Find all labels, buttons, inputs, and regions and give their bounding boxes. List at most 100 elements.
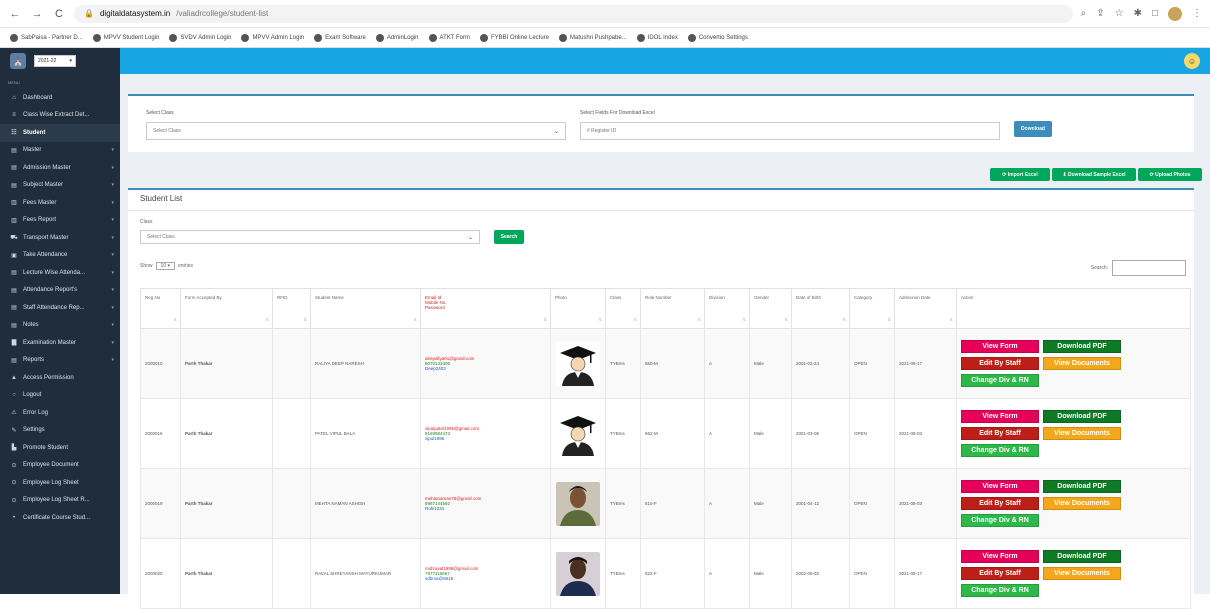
column-header[interactable]: Category ⇅ bbox=[849, 288, 895, 329]
view-documents-button[interactable]: View Documents bbox=[1043, 497, 1121, 510]
column-header[interactable]: Student Name ⇅ bbox=[310, 288, 421, 329]
year-select[interactable]: 2021-22 ▾ bbox=[34, 55, 76, 67]
download-pdf-button[interactable]: Download PDF bbox=[1043, 480, 1121, 493]
reload-icon[interactable]: C bbox=[52, 7, 66, 21]
column-header[interactable]: Photo ⇅ bbox=[550, 288, 606, 329]
bookmark-item[interactable]: MPVV Student Login bbox=[92, 33, 159, 42]
address-bar[interactable]: 🔒 digitaldatasystem.in/valiadrcollege/st… bbox=[74, 4, 1073, 23]
bookmark-label: FYBBI Online Lecture bbox=[490, 34, 549, 41]
bookmark-item[interactable]: IDOL Index bbox=[636, 33, 678, 42]
sidebar-item[interactable]: ⊙ Employee Log Sheet R... bbox=[0, 492, 120, 510]
sidebar-item[interactable]: ▥ Fees Master ▾ bbox=[0, 194, 120, 212]
change-div-rn-button[interactable]: Change Div & RN bbox=[961, 444, 1039, 457]
sidebar-item[interactable]: ▣ Take Attendance ▾ bbox=[0, 247, 120, 265]
share-icon[interactable]: ⇪ bbox=[1096, 8, 1104, 19]
bookmark-item[interactable]: Exam Software bbox=[314, 33, 366, 42]
bookmark-item[interactable]: FYBBI Online Lecture bbox=[479, 33, 549, 42]
sidebar-item[interactable]: ⛟ Transport Master ▾ bbox=[0, 229, 120, 247]
sidebar-item[interactable]: ▤ Lecture Wise Attenda... ▾ bbox=[0, 264, 120, 282]
sidebar-item[interactable]: ▲ Access Permission bbox=[0, 369, 120, 387]
edit-by-staff-button[interactable]: Edit By Staff bbox=[961, 567, 1039, 580]
sidebar-item[interactable]: ▤ Master ▾ bbox=[0, 142, 120, 160]
sidebar-item[interactable]: ⊙ Employee Log Sheet bbox=[0, 474, 120, 492]
bookmark-item[interactable]: SabPaisa - Partner D... bbox=[10, 33, 83, 42]
profile-avatar[interactable] bbox=[1168, 6, 1182, 21]
column-header[interactable]: Email Id Mobile No. Password ⇅ bbox=[420, 288, 551, 329]
cell-name: MEHTA NAMAN ASHISH bbox=[310, 468, 421, 539]
bookmark-item[interactable]: SVDV Admin Login bbox=[169, 33, 232, 42]
table-search-input[interactable] bbox=[1112, 260, 1186, 276]
forward-icon[interactable]: → bbox=[30, 7, 44, 21]
view-form-button[interactable]: View Form bbox=[961, 410, 1039, 423]
sidebar-item[interactable]: ☷ Student bbox=[0, 124, 120, 142]
change-div-rn-button[interactable]: Change Div & RN bbox=[961, 514, 1039, 527]
edit-by-staff-button[interactable]: Edit By Staff bbox=[961, 497, 1039, 510]
sidebar-item[interactable]: ▥ Fees Report ▾ bbox=[0, 212, 120, 230]
column-header[interactable]: Date of Birth ⇅ bbox=[791, 288, 850, 329]
import-excel-button[interactable]: ⟳ Import Excel bbox=[990, 168, 1050, 181]
list-class-dropdown[interactable]: Select Class ⌄ bbox=[140, 230, 480, 244]
change-div-rn-button[interactable]: Change Div & RN bbox=[961, 374, 1039, 387]
sidebar-item[interactable]: ▇ Examination Master ▾ bbox=[0, 334, 120, 352]
bookmark-item[interactable]: ATKT Form bbox=[428, 33, 470, 42]
column-header[interactable]: RFID ⇅ bbox=[272, 288, 311, 329]
chevron-down-icon: ▾ bbox=[111, 339, 114, 346]
download-pdf-button[interactable]: Download PDF bbox=[1043, 340, 1121, 353]
sidebar-item[interactable]: ⚠ Error Log bbox=[0, 404, 120, 422]
sidebar-item[interactable]: ⊙ Employee Document bbox=[0, 457, 120, 475]
view-form-button[interactable]: View Form bbox=[961, 550, 1039, 563]
download-button[interactable]: Download bbox=[1014, 121, 1052, 137]
sidebar-item[interactable]: ▤ Notes ▾ bbox=[0, 317, 120, 335]
sidebar-item[interactable]: ○ Logout bbox=[0, 387, 120, 405]
bookmark-label: SVDV Admin Login bbox=[180, 34, 232, 41]
column-header[interactable]: Division ⇅ bbox=[704, 288, 750, 329]
column-header[interactable]: Action bbox=[956, 288, 1191, 329]
sidebar-item[interactable]: ▤ Staff Attendance Rep... ▾ bbox=[0, 299, 120, 317]
page-length-select[interactable]: 10 ▾ bbox=[155, 262, 175, 270]
column-header[interactable]: Gender ⇅ bbox=[749, 288, 792, 329]
sidebar-item[interactable]: ✎ Settings bbox=[0, 422, 120, 440]
chevron-down-icon: ▾ bbox=[111, 217, 114, 224]
search-button[interactable]: Search bbox=[494, 230, 524, 244]
column-header[interactable]: Form Accepted By ⇅ bbox=[180, 288, 273, 329]
tab-icon[interactable]: □ bbox=[1152, 8, 1158, 19]
sidebar-item[interactable]: ▤ Attendance Report's ▾ bbox=[0, 282, 120, 300]
column-header[interactable]: Class ⇅ bbox=[605, 288, 641, 329]
extensions-icon[interactable]: ✱ bbox=[1134, 8, 1142, 19]
sidebar-item[interactable]: ▤ Subject Master ▾ bbox=[0, 177, 120, 195]
sidebar-item[interactable]: • Certificate Course Stud... bbox=[0, 509, 120, 527]
view-form-button[interactable]: View Form bbox=[961, 480, 1039, 493]
view-form-button[interactable]: View Form bbox=[961, 340, 1039, 353]
back-icon[interactable]: ← bbox=[8, 7, 22, 21]
cell-reg: 2000016 bbox=[140, 398, 181, 469]
bookmark-item[interactable]: Convertio Settings bbox=[687, 33, 748, 42]
view-documents-button[interactable]: View Documents bbox=[1043, 427, 1121, 440]
zoom-icon[interactable]: ⌕ bbox=[1081, 8, 1087, 19]
sidebar-item[interactable]: ≡ Class Wise Extract Det... bbox=[0, 107, 120, 125]
download-sample-excel-button[interactable]: ⬇ Download Sample Excel bbox=[1052, 168, 1136, 181]
user-avatar[interactable]: ☺ bbox=[1184, 53, 1200, 69]
menu-icon: ▇ bbox=[11, 340, 17, 347]
kebab-menu-icon[interactable]: ⋮ bbox=[1192, 8, 1202, 19]
select-class-dropdown[interactable]: Select Class ⌄ bbox=[146, 122, 566, 140]
sidebar-item[interactable]: ▙ Promote Student bbox=[0, 439, 120, 457]
bookmark-item[interactable]: Matushri Pushpabe... bbox=[559, 33, 627, 42]
select-fields-input[interactable]: # Register ID bbox=[580, 122, 1000, 140]
download-pdf-button[interactable]: Download PDF bbox=[1043, 410, 1121, 423]
column-header[interactable]: Role Number ⇅ bbox=[640, 288, 705, 329]
edit-by-staff-button[interactable]: Edit By Staff bbox=[961, 357, 1039, 370]
column-header[interactable]: Admission Date ⇅ bbox=[894, 288, 957, 329]
star-icon[interactable]: ☆ bbox=[1115, 8, 1124, 19]
change-div-rn-button[interactable]: Change Div & RN bbox=[961, 584, 1039, 597]
sidebar-item[interactable]: ▤ Admission Master ▾ bbox=[0, 159, 120, 177]
sidebar-item[interactable]: ⌂ Dashboard bbox=[0, 89, 120, 107]
view-documents-button[interactable]: View Documents bbox=[1043, 357, 1121, 370]
sidebar-item[interactable]: ▤ Reports ▾ bbox=[0, 352, 120, 370]
edit-by-staff-button[interactable]: Edit By Staff bbox=[961, 427, 1039, 440]
view-documents-button[interactable]: View Documents bbox=[1043, 567, 1121, 580]
bookmark-item[interactable]: AdminLogin bbox=[375, 33, 419, 42]
download-pdf-button[interactable]: Download PDF bbox=[1043, 550, 1121, 563]
upload-photos-button[interactable]: ⟳ Upload Photos bbox=[1138, 168, 1202, 181]
bookmark-item[interactable]: MPVV Admin Login bbox=[241, 33, 304, 42]
column-header[interactable]: Reg No ⇅ bbox=[140, 288, 181, 329]
